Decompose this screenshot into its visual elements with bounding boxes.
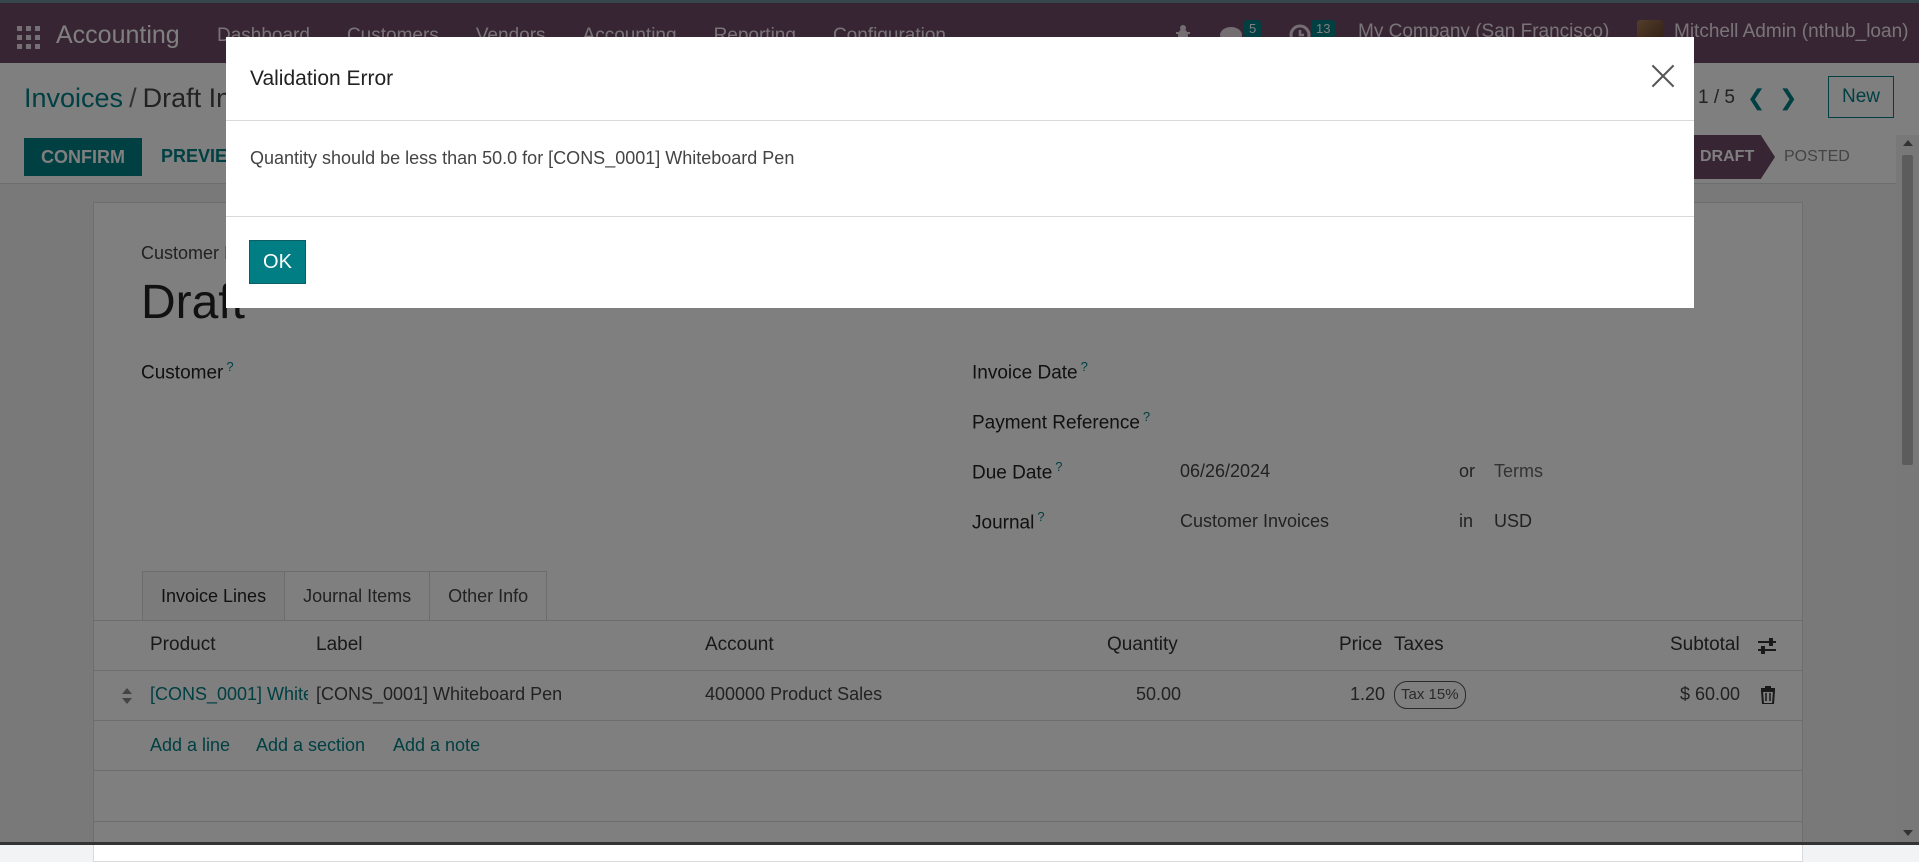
dialog-divider [226, 120, 1694, 121]
dialog-message: Quantity should be less than 50.0 for [C… [250, 148, 795, 168]
validation-error-dialog: Validation Error Quantity should be less… [226, 37, 1694, 308]
dialog-title: Validation Error [250, 67, 394, 90]
close-icon[interactable] [1650, 63, 1676, 89]
dialog-divider [226, 216, 1694, 217]
ok-button[interactable]: OK [249, 240, 306, 284]
